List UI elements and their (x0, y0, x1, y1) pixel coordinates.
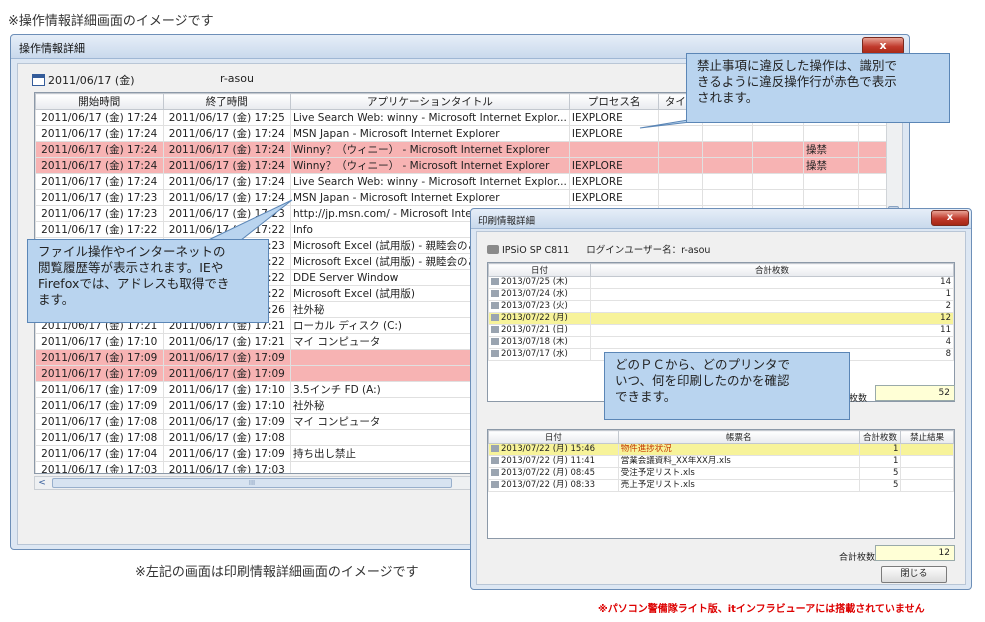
record-icon (491, 469, 499, 476)
bottom-caption: ※左記の画面は印刷情報詳細画面のイメージです (135, 565, 419, 580)
table-row[interactable]: 2013/07/18 (木) 4 (488, 336, 954, 349)
date-cell: 2013/07/25 (木) (488, 276, 591, 289)
close-icon[interactable]: x (931, 210, 969, 226)
count-cell: 14 (589, 276, 954, 289)
column-header[interactable]: 日付 (488, 430, 619, 444)
date-value: 2013/07/17 (水) (501, 349, 568, 360)
datetime-cell: 2013/07/22 (月) 15:46 (488, 443, 619, 456)
count-cell: 4 (589, 336, 954, 349)
date-cell: 2013/07/18 (木) (488, 336, 591, 349)
datetime-cell: 2013/07/22 (月) 08:33 (488, 479, 619, 492)
datetime-value: 2013/07/22 (月) 08:45 (501, 468, 596, 479)
date-value: 2013/07/25 (木) (501, 277, 568, 288)
date-value: 2013/07/23 (火) (501, 301, 568, 312)
count-cell: 1 (589, 288, 954, 301)
date-cell: 2013/07/23 (火) (488, 300, 591, 313)
column-header[interactable]: 合計枚数 (589, 263, 954, 277)
datetime-value: 2013/07/22 (月) 08:33 (501, 480, 596, 491)
datetime-value: 2013/07/22 (月) 11:41 (501, 456, 596, 467)
count-cell: 5 (858, 479, 902, 492)
login-user-label: ログインユーザー名：r-asou (586, 245, 711, 256)
datetime-cell: 2013/07/22 (月) 08:45 (488, 467, 619, 480)
prohibition-result-cell (900, 455, 954, 468)
document-name-cell: 売上予定リスト.xls (617, 479, 860, 492)
total-count-field: 12 (875, 545, 955, 561)
record-icon (491, 314, 499, 321)
date-cell: 2013/07/21 (日) (488, 324, 591, 337)
daily-print-grid: 日付 合計枚数 2013/07/25 (木) 14 2013/07/24 (水) 1 20… (488, 263, 954, 361)
table-row[interactable]: 2013/07/22 (月) 15:46 物件進捗状況 1 (488, 443, 954, 456)
date-value: 2013/07/24 (水) (501, 289, 568, 300)
callout-forbidden-ops: 禁止事項に違反した操作は、識別で きるように違反操作行が赤色で表示 されます。 (686, 53, 950, 123)
record-icon (491, 481, 499, 488)
document-name-cell: 物件進捗状況 (617, 443, 860, 456)
document-name-cell: 営業会議資料_XX年XX月.xls (617, 455, 860, 468)
count-cell: 11 (589, 324, 954, 337)
table-row[interactable]: 2013/07/23 (火) 2 (488, 300, 954, 313)
table-row[interactable]: 2013/07/25 (木) 14 (488, 276, 954, 289)
printer-name: IPSiO SP C811 (502, 245, 570, 256)
printer-row: IPSiO SP C811 ログインユーザー名：r-asou (487, 242, 710, 256)
prohibition-result-cell (900, 467, 954, 480)
date-value: 2013/07/18 (木) (501, 337, 568, 348)
prohibition-result-cell (900, 443, 954, 456)
date-cell: 2013/07/22 (月) (488, 312, 591, 325)
date-cell: 2013/07/24 (水) (488, 288, 591, 301)
record-icon (491, 290, 499, 297)
count-cell: 12 (589, 312, 954, 325)
print-job-table: 日付 帳票名 合計枚数 禁止結果 2013/07/22 (月) 15:46 物件進捗状況… (487, 429, 955, 539)
table-row[interactable]: 2013/07/22 (月) 12 (488, 312, 954, 325)
column-header[interactable]: 日付 (488, 263, 591, 277)
record-icon (491, 302, 499, 309)
record-icon (491, 457, 499, 464)
record-icon (491, 445, 499, 452)
count-cell: 1 (858, 455, 902, 468)
table-row[interactable]: 2013/07/21 (日) 11 (488, 324, 954, 337)
close-button[interactable]: 閉じる (881, 566, 947, 583)
table-row[interactable]: 2013/07/24 (水) 1 (488, 288, 954, 301)
date-value: 2013/07/21 (日) (501, 325, 568, 336)
record-icon (491, 326, 499, 333)
callout-file-pointer (199, 199, 293, 245)
table-row[interactable]: 2013/07/22 (月) 08:33 売上予定リスト.xls 5 (488, 479, 954, 492)
total-label: 合計枚数 (839, 553, 876, 563)
count-cell: 1 (858, 443, 902, 456)
table-header-row: 日付 帳票名 合計枚数 禁止結果 (488, 430, 954, 444)
total-label: 枚数 (849, 394, 868, 404)
count-cell: 2 (589, 300, 954, 313)
record-icon (491, 350, 499, 357)
printer-icon (487, 245, 499, 254)
record-icon (491, 278, 499, 285)
document-name-cell: 受注予定リスト.xls (617, 467, 860, 480)
count-cell: 5 (858, 467, 902, 480)
datetime-cell: 2013/07/22 (月) 11:41 (488, 455, 619, 468)
print-window-titlebar: 印刷情報詳細 x (471, 209, 971, 229)
footer-note: ※パソコン警備隊ライト版、itインフラビューアには搭載されていません (598, 604, 925, 615)
total-count-field: 52 (875, 385, 955, 401)
date-cell: 2013/07/17 (水) (488, 348, 591, 361)
prohibition-result-cell (900, 479, 954, 492)
record-icon (491, 338, 499, 345)
print-window-title: 印刷情報詳細 (478, 216, 536, 227)
column-header[interactable]: 合計枚数 (858, 430, 902, 444)
table-row[interactable]: 2013/07/22 (月) 11:41 営業会議資料_XX年XX月.xls 1 (488, 455, 954, 468)
column-header[interactable]: 禁止結果 (900, 430, 954, 444)
table-row[interactable]: 2013/07/22 (月) 08:45 受注予定リスト.xls 5 (488, 467, 954, 480)
column-header[interactable]: 帳票名 (617, 430, 860, 444)
table-header-row: 日付 合計枚数 (488, 263, 954, 277)
callout-print-info: どのＰＣから、どのプリンタで いつ、何を印刷したのかを確認 できます。 (604, 352, 850, 420)
datetime-value: 2013/07/22 (月) 15:46 (501, 444, 596, 455)
callout-file-history: ファイル操作やインターネットの 閲覧履歴等が表示されます。IEや Firefox… (27, 239, 269, 323)
print-job-grid: 日付 帳票名 合計枚数 禁止結果 2013/07/22 (月) 15:46 物件進捗状況… (488, 430, 954, 492)
date-value: 2013/07/22 (月) (501, 313, 568, 324)
